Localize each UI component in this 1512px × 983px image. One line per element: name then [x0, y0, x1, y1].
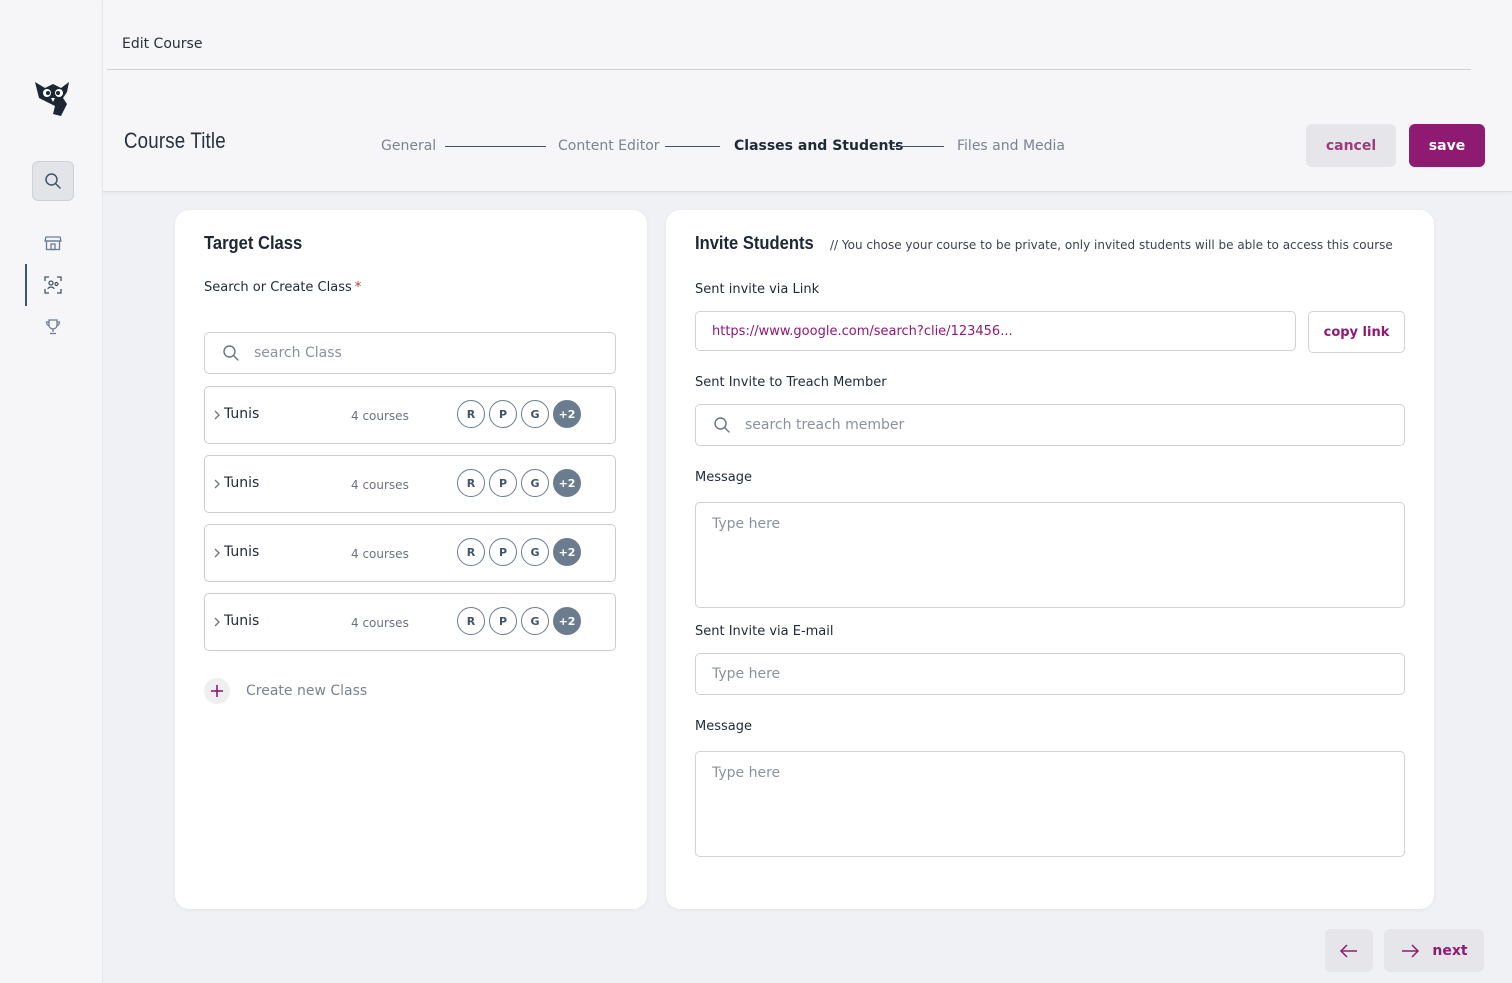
email-message-textarea[interactable]	[696, 752, 1404, 856]
class-course-count: 4 courses	[351, 547, 409, 561]
class-name: Tunis	[224, 406, 260, 422]
class-name: Tunis	[224, 544, 260, 560]
create-class-label: Create new Class	[246, 683, 368, 699]
member-badge: R	[457, 607, 485, 635]
more-members-badge: +2	[553, 400, 581, 428]
more-members-badge: +2	[553, 538, 581, 566]
next-button[interactable]: next	[1384, 929, 1484, 972]
chevron-right-icon[interactable]	[211, 615, 223, 629]
chevron-right-icon[interactable]	[211, 546, 223, 560]
class-row[interactable]: Tunis 4 courses R P G +2	[204, 593, 616, 651]
save-button[interactable]: save	[1409, 124, 1485, 167]
sidebar-item-trophy[interactable]	[42, 316, 64, 338]
member-badge: P	[489, 538, 517, 566]
member-badge: P	[489, 469, 517, 497]
member-search-input[interactable]	[696, 405, 1404, 445]
next-label: next	[1432, 942, 1468, 959]
plus-icon	[204, 678, 230, 704]
required-mark: *	[354, 280, 362, 295]
invite-link-value[interactable]: https://www.google.com/search?clie/12345…	[712, 324, 1013, 339]
active-indicator	[25, 264, 27, 306]
email-invite-label: Sent Invite via E-mail	[695, 624, 834, 639]
class-row[interactable]: Tunis 4 courses R P G +2	[204, 386, 616, 444]
copy-link-button[interactable]: copy link	[1308, 311, 1405, 353]
sidebar-item-users[interactable]	[42, 274, 64, 296]
member-badge: P	[489, 607, 517, 635]
email-message-field[interactable]	[695, 751, 1405, 857]
owl-logo-icon[interactable]	[33, 78, 73, 118]
member-badge: R	[457, 400, 485, 428]
class-search-field[interactable]	[204, 332, 616, 374]
invite-link-field[interactable]: https://www.google.com/search?clie/12345…	[695, 311, 1296, 351]
member-badge: G	[521, 538, 549, 566]
class-course-count: 4 courses	[351, 616, 409, 630]
class-field-label-text: Search or Create Class	[204, 280, 352, 295]
member-badge: R	[457, 469, 485, 497]
class-course-count: 4 courses	[351, 478, 409, 492]
cancel-button[interactable]: cancel	[1306, 124, 1396, 167]
chevron-right-icon[interactable]	[211, 408, 223, 422]
search-icon	[45, 173, 61, 189]
invite-students-card: Invite Students // You chose your course…	[666, 210, 1434, 909]
invite-students-title: Invite Students	[695, 233, 814, 253]
member-search-field[interactable]	[695, 404, 1405, 446]
class-row[interactable]: Tunis 4 courses R P G +2	[204, 455, 616, 513]
member-badge: G	[521, 469, 549, 497]
page-title[interactable]: Course Title	[124, 128, 226, 154]
class-field-label: Search or Create Class *	[204, 280, 361, 295]
chevron-right-icon[interactable]	[211, 477, 223, 491]
message-textarea[interactable]	[696, 503, 1404, 607]
member-badge: G	[521, 400, 549, 428]
class-row[interactable]: Tunis 4 courses R P G +2	[204, 524, 616, 582]
step-connector	[665, 146, 720, 147]
member-badge: P	[489, 400, 517, 428]
store-icon	[44, 236, 62, 251]
target-class-title: Target Class	[204, 233, 303, 253]
class-search-input[interactable]	[205, 333, 615, 373]
email-field[interactable]	[695, 653, 1405, 695]
users-icon	[44, 276, 62, 294]
email-input[interactable]	[696, 654, 1404, 694]
sidebar-search-button[interactable]	[32, 161, 74, 201]
class-course-count: 4 courses	[351, 409, 409, 423]
email-message-label: Message	[695, 719, 752, 734]
privacy-note: // You chose your course to be private, …	[830, 238, 1393, 252]
sidebar-item-store[interactable]	[42, 232, 64, 254]
arrow-right-icon	[1402, 943, 1420, 958]
class-name: Tunis	[224, 475, 260, 491]
more-members-badge: +2	[553, 469, 581, 497]
member-badge: R	[457, 538, 485, 566]
step-files-and-media[interactable]: Files and Media	[957, 138, 1065, 154]
step-connector	[893, 146, 944, 147]
search-icon	[221, 343, 241, 363]
create-class-button[interactable]: Create new Class	[204, 677, 367, 705]
more-members-badge: +2	[553, 607, 581, 635]
step-classes-and-students[interactable]: Classes and Students	[734, 138, 903, 154]
previous-button[interactable]	[1325, 929, 1373, 972]
search-icon	[712, 415, 732, 435]
message-label: Message	[695, 470, 752, 485]
step-general[interactable]: General	[381, 138, 436, 154]
page-header: Edit Course Course Title General Content…	[103, 0, 1512, 192]
breadcrumb: Edit Course	[122, 36, 203, 52]
target-class-card: Target Class Search or Create Class* Tun…	[175, 210, 647, 909]
invite-link-label: Sent invite via Link	[695, 282, 820, 297]
step-connector	[445, 146, 546, 147]
member-invite-label: Sent Invite to Treach Member	[695, 375, 887, 390]
header-divider	[107, 69, 1471, 70]
step-content-editor[interactable]: Content Editor	[558, 138, 660, 154]
trophy-icon	[45, 319, 61, 335]
message-field[interactable]	[695, 502, 1405, 608]
class-name: Tunis	[224, 613, 260, 629]
arrow-left-icon	[1339, 943, 1357, 958]
member-badge: G	[521, 607, 549, 635]
sidebar	[0, 0, 103, 983]
